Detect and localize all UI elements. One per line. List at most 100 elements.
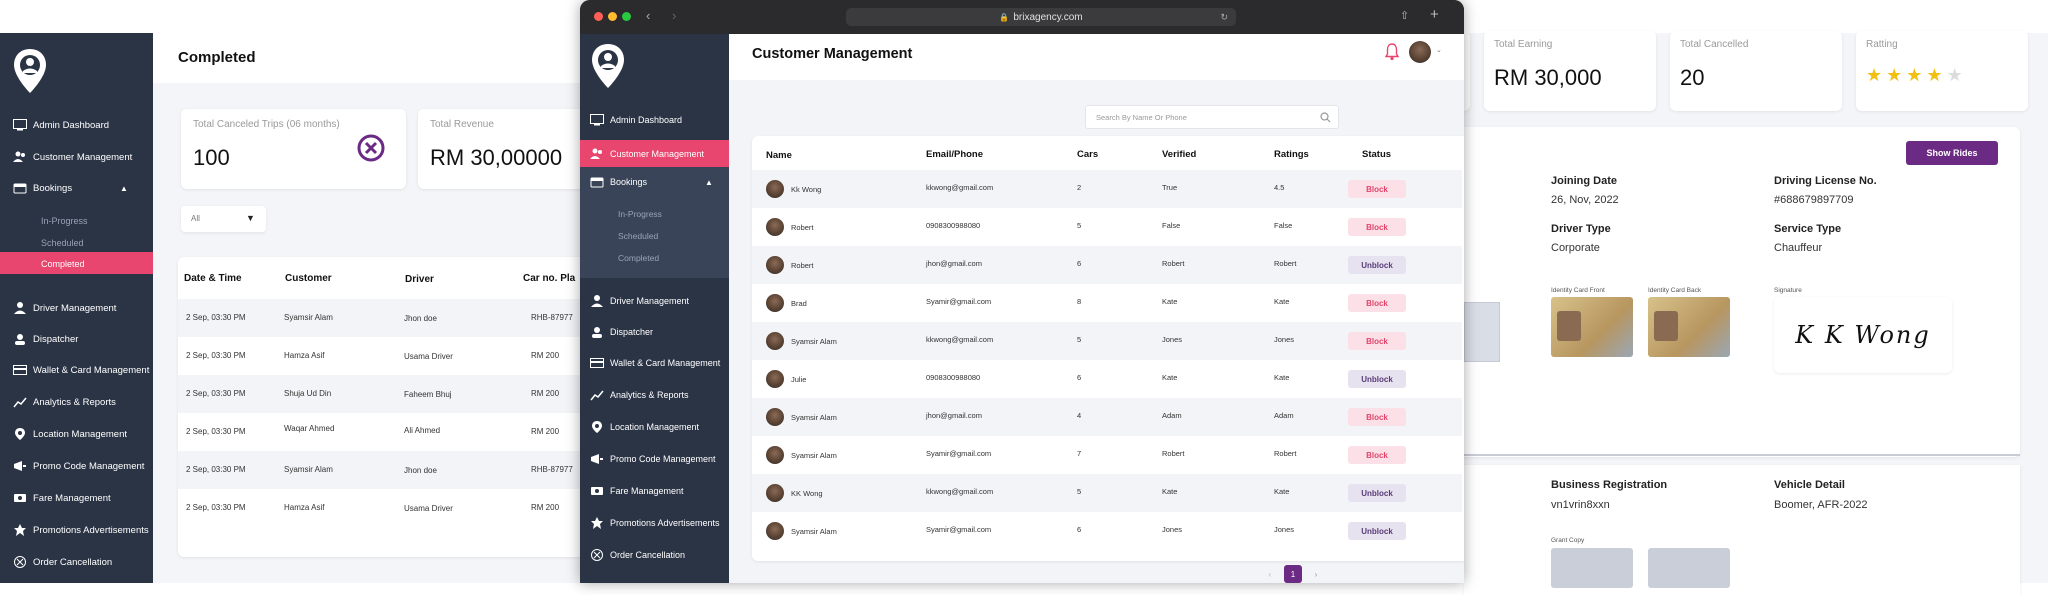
nav-promo[interactable]: Promo Code Management [580, 444, 729, 474]
table-row[interactable]: 2 Sep, 03:30 PM Syamsir Alam Jhon doe RHB-8… [178, 451, 600, 489]
sub-completed[interactable]: Completed [618, 253, 659, 263]
info-label: Driver Type [1551, 223, 1611, 235]
table-row[interactable]: 2 Sep, 03:30 PM Syamsir Alam Jhon doe RHB-8… [178, 299, 600, 337]
status-button[interactable]: Unblock [1348, 522, 1406, 540]
left-nav-driver-management[interactable]: Driver Management [0, 293, 153, 323]
left-nav-admin-dashboard[interactable]: Admin Dashboard [0, 110, 153, 140]
left-sub-scheduled[interactable]: Scheduled [41, 238, 84, 248]
left-nav-location[interactable]: Location Management [0, 419, 153, 449]
page-button-current[interactable]: 1 [1284, 565, 1302, 583]
left-nav-bookings[interactable]: Bookings ▲ [0, 173, 153, 203]
nav-label: Wallet & Card Management [610, 358, 721, 368]
nav-driver-management[interactable]: Driver Management [580, 286, 729, 316]
left-nav-fare[interactable]: Fare Management [0, 483, 153, 513]
status-button[interactable]: Block [1348, 180, 1406, 198]
cell-verified: Adam [1162, 411, 1182, 420]
left-nav-promotions[interactable]: Promotions Advertisements [0, 515, 153, 545]
lock-icon: 🔒 [999, 12, 1010, 22]
close-window-button[interactable] [594, 12, 603, 21]
cell-customer: Syamsir Alam [284, 313, 333, 322]
nav-label: Driver Management [33, 302, 117, 314]
stat-value: 100 [193, 145, 230, 170]
cell-verified: Robert [1162, 449, 1185, 458]
table-row[interactable]: KK Wong kkwong@gmail.com 5 Kate Kate Unblock [752, 474, 1462, 512]
left-nav-customer-management[interactable]: Customer Management [0, 142, 153, 172]
table-row[interactable]: 2 Sep, 03:30 PM Hamza Asif Usama Driver RM … [178, 489, 600, 527]
address-bar[interactable]: 🔒 brixagency.com ↻ [846, 8, 1236, 26]
status-button[interactable]: Block [1348, 446, 1406, 464]
reload-icon[interactable]: ↻ [1220, 12, 1228, 23]
nav-customer-management[interactable]: Customer Management [580, 139, 729, 169]
left-nav-promo[interactable]: Promo Code Management [0, 451, 153, 481]
table-row[interactable]: Brad Syamir@gmail.com 8 Kate Kate Block [752, 284, 1462, 322]
nav-label: Location Management [33, 428, 128, 440]
cell-cars: 6 [1077, 525, 1082, 534]
nav-promotions[interactable]: Promotions Advertisements [580, 508, 729, 538]
status-button[interactable]: Block [1348, 408, 1406, 426]
id-card-back-image[interactable] [1648, 297, 1730, 357]
left-nav-analytics[interactable]: Analytics & Reports [0, 387, 153, 417]
table-row[interactable]: Robert jhon@gmail.com 6 Robert Robert Unblock [752, 246, 1462, 284]
nav-label: Promotions Advertisements [610, 518, 720, 528]
show-rides-button[interactable]: Show Rides [1906, 141, 1998, 165]
table-row[interactable]: 2 Sep, 03:30 PM Hamza Asif Usama Driver RM … [178, 337, 600, 375]
nav-analytics[interactable]: Analytics & Reports [580, 380, 729, 410]
cell-car: RM 200 [531, 427, 560, 436]
stat-label: Ratting [1866, 39, 1898, 50]
share-icon[interactable]: ⇧ [1400, 9, 1409, 22]
table-row[interactable]: Syamsir Alam jhon@gmail.com 4 Adam Adam Block [752, 398, 1462, 436]
table-row[interactable]: Syamsir Alam Syamir@gmail.com 6 Jones Jones U… [752, 512, 1462, 550]
table-row[interactable]: 2 Sep, 03:30 PM Shuja Ud Din Faheem Bhuj RM… [178, 375, 600, 413]
left-sub-completed[interactable]: Completed [41, 259, 85, 269]
status-button[interactable]: Block [1348, 332, 1406, 350]
minimize-window-button[interactable] [608, 12, 617, 21]
cell-cars: 8 [1077, 297, 1082, 306]
status-button[interactable]: Unblock [1348, 484, 1406, 502]
chevron-down-icon[interactable]: ⌄ [1436, 46, 1442, 54]
customer-avatar [766, 294, 784, 312]
sub-scheduled[interactable]: Scheduled [618, 231, 658, 241]
left-nav-dispatcher[interactable]: Dispatcher [0, 324, 153, 354]
back-arrow-icon[interactable]: ‹ [646, 8, 650, 23]
user-avatar[interactable] [1409, 41, 1431, 63]
maximize-window-button[interactable] [622, 12, 631, 21]
left-nav-wallet[interactable]: Wallet & Card Management [0, 355, 153, 385]
notification-bell-icon[interactable] [1384, 43, 1400, 61]
table-row[interactable]: Kk Wong kkwong@gmail.com 2 True 4.5 Block [752, 170, 1462, 208]
sub-in-progress[interactable]: In-Progress [618, 209, 662, 219]
status-button[interactable]: Unblock [1348, 370, 1406, 388]
dashboard-icon [13, 119, 27, 131]
nav-wallet[interactable]: Wallet & Card Management [580, 348, 729, 378]
table-row[interactable]: Robert 0908300988080 5 False False Block [752, 208, 1462, 246]
table-row[interactable]: Syamsir Alam kkwong@gmail.com 5 Jones Jones B… [752, 322, 1462, 360]
table-row[interactable]: Julie 0908300988080 6 Kate Kate Unblock [752, 360, 1462, 398]
grant-copy-image[interactable] [1551, 548, 1633, 588]
filter-select[interactable]: All ▼ [181, 206, 266, 232]
next-page-icon[interactable]: › [1307, 565, 1325, 583]
cell-car: RHB-87977 [531, 465, 573, 474]
status-button[interactable]: Block [1348, 294, 1406, 312]
cell-email: kkwong@gmail.com [926, 335, 994, 344]
nav-bookings[interactable]: Bookings ▲ [580, 167, 729, 197]
new-tab-icon[interactable]: + [1430, 6, 1439, 23]
table-row[interactable]: Syamsir Alam Syamir@gmail.com 7 Robert Rober… [752, 436, 1462, 474]
forward-arrow-icon[interactable]: › [672, 8, 676, 23]
fare-icon [13, 493, 27, 504]
status-button[interactable]: Block [1348, 218, 1406, 236]
document-image-partial[interactable] [1464, 302, 1500, 362]
status-button[interactable]: Unblock [1348, 256, 1406, 274]
left-nav-order-cancellation[interactable]: Order Cancellation [0, 547, 153, 577]
nav-order-cancellation[interactable]: Order Cancellation [580, 540, 729, 570]
id-photo [1654, 311, 1678, 341]
nav-dispatcher[interactable]: Dispatcher [580, 317, 729, 347]
nav-admin-dashboard[interactable]: Admin Dashboard [580, 105, 729, 135]
cell-email: 0908300988080 [926, 373, 981, 382]
id-card-front-image[interactable] [1551, 297, 1633, 357]
nav-fare[interactable]: Fare Management [580, 476, 729, 506]
left-sub-in-progress[interactable]: In-Progress [41, 216, 88, 226]
table-row[interactable]: 2 Sep, 03:30 PM Waqar Ahmed Ali Ahmed RM 20… [178, 413, 600, 451]
search-input[interactable]: Search By Name Or Phone [1085, 105, 1339, 129]
nav-location[interactable]: Location Management [580, 412, 729, 442]
prev-page-icon[interactable]: ‹ [1261, 565, 1279, 583]
grant-copy-image-2[interactable] [1648, 548, 1730, 588]
